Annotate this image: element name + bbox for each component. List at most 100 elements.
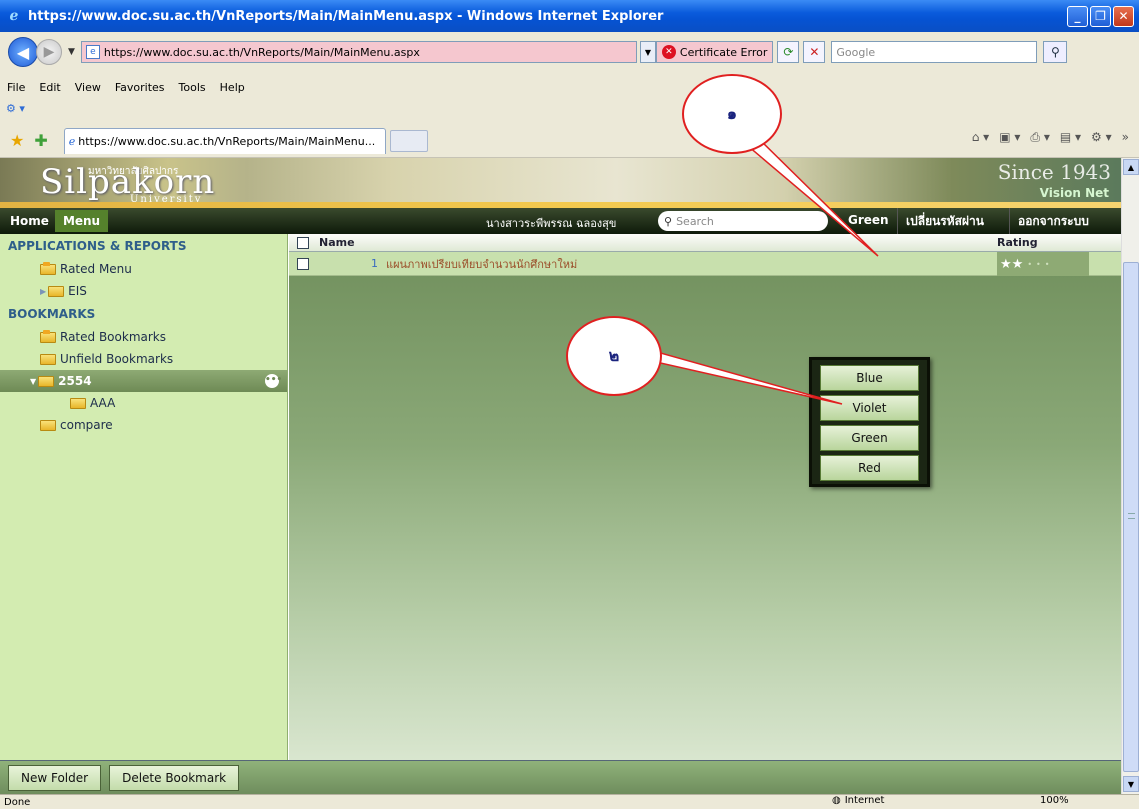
bookmarks-heading: BOOKMARKS [8,307,96,321]
search-input[interactable]: Google [831,41,1038,63]
page-icon: e [85,45,100,59]
menu-view[interactable]: View [68,81,108,94]
sidebar-item-2554[interactable]: ▼ 2554 ••• [0,370,287,392]
list-header: Name Rating [289,234,1121,252]
feeds-icon[interactable]: ▣ ▾ [999,130,1020,145]
folder-icon [38,375,55,387]
tools-gear-icon[interactable]: ⚙ ▾ [1091,130,1112,145]
stop-icon[interactable]: ✕ [803,41,826,63]
rating-stars[interactable]: ★ ★ • • • [997,252,1089,276]
site-banner: มหาวิทยาลัยศิลปากร Silpakorn University … [0,158,1121,208]
status-bar: Done ◍ Internet 100% [0,794,1139,809]
refresh-icon[interactable]: ⟳ [777,41,800,63]
new-folder-button[interactable]: New Folder [8,764,102,791]
sidebar-item-rated-bookmarks[interactable]: Rated Bookmarks [0,326,287,348]
links-icon[interactable]: ⚙ ▾ [6,102,25,115]
web-page: มหาวิทยาลัยศิลปากร Silpakorn University … [0,158,1121,794]
sidebar-item-rated-menu[interactable]: Rated Menu [0,258,287,280]
tab-active-label: https://www.doc.su.ac.th/VnReports/Main/… [78,134,376,148]
menu-file[interactable]: File [0,81,32,94]
scroll-up-icon[interactable]: ▲ [1123,159,1139,175]
scroll-thumb[interactable] [1123,262,1139,772]
scroll-down-icon[interactable]: ▼ [1123,776,1139,792]
print-icon[interactable]: ⎙ ▾ [1030,130,1049,145]
rated-folder-icon [40,329,56,343]
menu-bar: File Edit View Favorites Tools Help [0,72,1139,102]
close-window-button[interactable]: ✕ [1113,5,1134,27]
sidebar-item-label: compare [60,418,113,432]
nav-menu[interactable]: Menu [54,210,109,232]
zone-label: Internet [844,795,885,806]
menu-favorites[interactable]: Favorites [108,81,172,94]
sidebar: APPLICATIONS & REPORTS Rated Menu ▶ EIS … [0,234,288,760]
collapse-icon[interactable]: ▼ [30,377,36,386]
sidebar-item-label: Rated Menu [60,262,132,276]
site-search-placeholder: Search [676,214,714,228]
since-text: Since 1943 [997,160,1111,184]
url-dropdown-icon[interactable]: ▼ [639,41,656,63]
sidebar-item-label: EIS [68,284,87,298]
delete-bookmark-button[interactable]: Delete Bookmark [109,764,240,791]
tab-page-icon: ℯ [68,134,76,148]
more-options-icon[interactable]: ••• [265,374,282,388]
vendor-logo: Vision Net [1039,186,1109,200]
callout-2: ๒ [566,316,662,396]
bookmark-footer: New Folder Delete Bookmark [0,760,1121,794]
report-list: Name Rating 1 แผนภาพเปรียบเทียบจำนวนนักศ… [289,234,1121,760]
apps-heading: APPLICATIONS & REPORTS [8,239,187,253]
menu-help[interactable]: Help [213,81,252,94]
column-name-header[interactable]: Name [319,236,355,249]
theme-selector[interactable]: Green [848,213,889,227]
menu-tools[interactable]: Tools [172,81,213,94]
maximize-button[interactable]: ❐ [1090,5,1111,27]
sidebar-item-compare[interactable]: compare [0,414,287,436]
security-zone: ◍ Internet [832,795,884,806]
search-icon[interactable]: ⚲ [1043,41,1068,63]
folder-icon [70,397,86,409]
column-rating-header[interactable]: Rating [997,236,1038,249]
url-field[interactable]: e https://www.doc.su.ac.th/VnReports/Mai… [80,41,637,63]
search-placeholder: Google [836,45,876,59]
command-bar: ⌂ ▾ ▣ ▾ ⎙ ▾ ▤ ▾ ⚙ ▾ » [972,130,1129,145]
select-all-checkbox[interactable] [297,236,309,249]
table-row[interactable]: 1 แผนภาพเปรียบเทียบจำนวนนักศึกษาใหม่ ★ ★… [289,252,1121,276]
toolbar-overflow-icon[interactable]: » [1122,130,1129,145]
add-favorites-icon[interactable]: ✚ [34,131,47,150]
row-checkbox[interactable] [297,257,309,270]
page-menu-icon[interactable]: ▤ ▾ [1060,130,1081,145]
star-empty-icon: • [1044,259,1050,269]
logout-link[interactable]: ออกจากระบบ [1009,208,1097,234]
home-icon[interactable]: ⌂ ▾ [972,130,989,145]
sidebar-item-aaa[interactable]: AAA [0,392,287,414]
callout-1: ๑ [682,74,782,154]
window-title-bar: ℯ https://www.doc.su.ac.th/VnReports/Mai… [0,0,1139,32]
new-tab-button[interactable] [389,129,428,152]
minimize-button[interactable]: _ [1067,5,1088,27]
nav-home[interactable]: Home [0,208,55,234]
rated-folder-icon [40,261,56,275]
theme-option-blue[interactable]: Blue [820,365,919,391]
site-nav-bar: Home Menu นางสาวระพีพรรณ ฉลองสุข ⚲ Searc… [0,208,1121,234]
change-password-link[interactable]: เปลี่ยนรหัสผ่าน [897,208,992,234]
star-filled-icon: ★ [1000,256,1012,272]
certificate-error-button[interactable]: ✕ Certificate Error [655,41,774,63]
menu-edit[interactable]: Edit [32,81,67,94]
zoom-level[interactable]: 100% [1040,795,1069,806]
theme-option-green[interactable]: Green [820,425,919,451]
expand-icon[interactable]: ▶ [40,287,46,296]
tab-active[interactable]: ℯ https://www.doc.su.ac.th/VnReports/Mai… [63,127,386,154]
sidebar-item-label: AAA [90,396,116,410]
favorites-tab-bar: ★ ✚ ℯ https://www.doc.su.ac.th/VnReports… [0,124,1139,158]
theme-option-red[interactable]: Red [820,455,919,481]
star-empty-icon: • [1027,259,1033,269]
history-dropdown-icon[interactable]: ▼ [68,47,75,57]
sidebar-item-unfield-bookmarks[interactable]: Unfield Bookmarks [0,348,287,370]
sidebar-item-eis[interactable]: ▶ EIS [0,280,287,302]
back-button[interactable]: ◀ [8,37,38,67]
theme-option-violet[interactable]: Violet [820,395,919,421]
favorites-center-icon[interactable]: ★ [10,131,24,150]
page-scrollbar[interactable]: ▲ ▼ [1121,158,1139,794]
site-search-input[interactable]: ⚲ Search [658,211,828,231]
row-report-name[interactable]: แผนภาพเปรียบเทียบจำนวนนักศึกษาใหม่ [386,255,577,273]
forward-button[interactable]: ▶ [36,39,62,65]
